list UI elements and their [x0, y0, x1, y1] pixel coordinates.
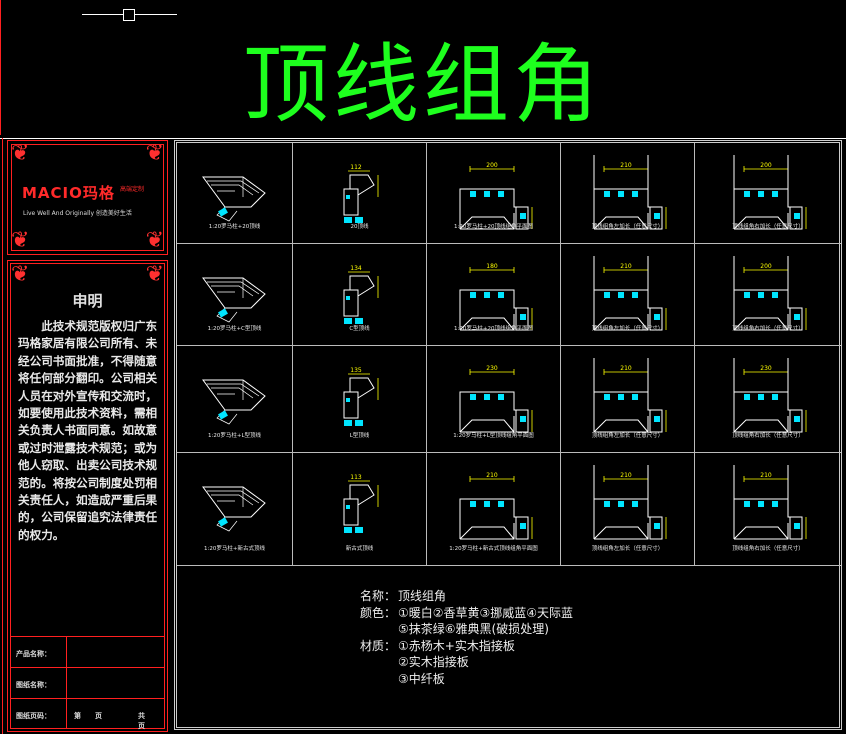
title-block-table: 产品名称： 图纸名称： 图纸页码： 第 页 共 页: [10, 636, 165, 730]
drawing-cell: 210 顶线组角左加长（任意尺寸）: [561, 346, 695, 453]
drawing-cell: 200 1:20罗马柱+20顶线组角平面图: [427, 143, 561, 244]
svg-text:112: 112: [350, 164, 362, 171]
drawing-caption: L型顶线: [349, 433, 370, 439]
drawing-caption: 顶线组角左加长（任意尺寸）: [591, 326, 664, 332]
drawing-caption: 20顶线: [350, 224, 369, 230]
spec-material-key: 材质：: [360, 638, 397, 653]
ornament-icon: ❦: [11, 228, 30, 253]
drawing-name-row: 图纸名称：: [10, 667, 165, 698]
drawing-cell: 112 20顶线: [293, 143, 427, 244]
brand-logo: MACIO玛格: [22, 184, 115, 202]
ornament-icon: ❦: [145, 262, 164, 287]
drawing-caption: 顶线组角右加长（任意尺寸）: [732, 224, 804, 230]
svg-text:200: 200: [486, 162, 498, 169]
drawing-caption: 1:20罗马柱+L型顶线组角平面图: [453, 433, 534, 439]
spec-color-value: ①暖白②香草黄③挪威蓝④天际蓝: [398, 605, 574, 620]
page-title: 顶线组角: [243, 35, 603, 135]
drawing-cell: 210 顶线组角左加长（任意尺寸）: [561, 244, 695, 346]
drawing-caption: 顶线组角右加长（任意尺寸）: [732, 326, 804, 332]
spec-material-value: ③中纤板: [398, 671, 445, 686]
drawing-caption: 1:20罗马柱+新古式顶线: [204, 546, 265, 552]
svg-text:113: 113: [350, 474, 362, 481]
svg-text:210: 210: [760, 472, 772, 479]
svg-text:180: 180: [486, 263, 498, 270]
product-name-row: 产品名称：: [10, 636, 165, 667]
brand-slogan: Live Well And Originally 创造美好生活: [23, 210, 132, 217]
drawing-cell: 230 1:20罗马柱+L型顶线组角平面图: [427, 346, 561, 453]
drawing-caption: C型顶线: [349, 326, 370, 332]
svg-text:230: 230: [760, 365, 772, 372]
drawing-caption: 顶线组角右加长（任意尺寸）: [732, 546, 804, 552]
drawing-cell: 210 1:20罗马柱+新古式顶线组角平面图: [427, 453, 561, 566]
spec-name-key: 名称：: [360, 589, 397, 603]
drawing-cell: 1:20罗马柱+20顶线: [177, 143, 293, 244]
drawing-cell: 1:20罗马柱+L型顶线: [177, 346, 293, 453]
drawing-caption: 顶线组角左加长（任意尺寸）: [591, 433, 664, 439]
svg-text:134: 134: [350, 265, 362, 272]
svg-text:230: 230: [486, 365, 498, 372]
declaration-text: 此技术规范版权归广东玛格家居有限公司所有、未经公司书面批准，不得随意将任何部分翻…: [18, 319, 158, 542]
spec-name-value: 顶线组角: [398, 589, 447, 603]
drawing-caption: 1:20罗马柱+20顶线组角平面图: [454, 326, 533, 332]
product-name-label: 产品名称：: [16, 650, 51, 658]
page-number-label: 图纸页码：: [16, 712, 51, 720]
drawing-cell: 210 顶线组角左加长（任意尺寸）: [561, 143, 695, 244]
top-guide-marker: [123, 9, 135, 21]
drawing-cell: 180 1:20罗马柱+20顶线组角平面图: [427, 244, 561, 346]
drawing-cell: 134 C型顶线: [293, 244, 427, 346]
ornament-icon: ❦: [145, 228, 164, 253]
drawing-caption: 顶线组角右加长（任意尺寸）: [732, 433, 804, 439]
drawing-name-label: 图纸名称：: [16, 681, 51, 689]
svg-text:210: 210: [620, 472, 632, 479]
declaration-title: 申明: [72, 292, 103, 310]
spec-block: 名称： 顶线组角 颜色： ①暖白②香草黄③挪威蓝④天际蓝 ⑤抹茶绿⑥雅典黑(破损处理…: [360, 588, 573, 687]
svg-text:135: 135: [350, 367, 362, 374]
drawing-caption: 顶线组角左加长（任意尺寸）: [591, 224, 664, 230]
drawing-caption: 1:20罗马柱+C型顶线: [207, 326, 262, 332]
spec-material-value: ②实木指接板: [398, 655, 469, 669]
svg-text:210: 210: [620, 162, 632, 169]
drawing-caption: 新古式顶线: [345, 546, 374, 552]
svg-text:210: 210: [620, 365, 632, 372]
drawing-caption: 顶线组角左加长（任意尺寸）: [591, 546, 664, 552]
spec-color-value: ⑤抹茶绿⑥雅典黑(破损处理): [398, 622, 549, 636]
page-number-row: 图纸页码： 第 页 共 页: [10, 698, 165, 730]
drawing-cell: 1:20罗马柱+C型顶线: [177, 244, 293, 346]
brand-subtitle: 高端定制: [120, 186, 145, 193]
page-total: 共 页: [138, 712, 159, 730]
svg-text:200: 200: [760, 263, 772, 270]
svg-text:210: 210: [620, 263, 632, 270]
drawing-cell: 200 顶线组角右加长（任意尺寸）: [695, 244, 841, 346]
drawing-caption: 1:20罗马柱+新古式顶线组角平面图: [449, 546, 538, 552]
svg-text:200: 200: [760, 162, 772, 169]
drawing-caption: 1:20罗马柱+20顶线组角平面图: [454, 224, 533, 230]
red-border-line: [2, 138, 3, 734]
spec-material-value: ①赤杨木+实木指接板: [398, 638, 515, 653]
ornament-icon: ❦: [145, 141, 164, 166]
drawing-cell: 1:20罗马柱+新古式顶线: [177, 453, 293, 566]
spec-color-key: 颜色：: [360, 605, 397, 620]
drawing-cell: 135 L型顶线: [293, 346, 427, 453]
ornament-icon: ❦: [11, 141, 30, 166]
drawing-caption: 1:20罗马柱+L型顶线: [207, 433, 262, 439]
drawing-cell: 200 顶线组角右加长（任意尺寸）: [695, 143, 841, 244]
ornament-icon: ❦: [11, 262, 30, 287]
drawing-cell: 230 顶线组角右加长（任意尺寸）: [695, 346, 841, 453]
page-current: 第 页: [74, 712, 102, 720]
drawing-cell: 210 顶线组角右加长（任意尺寸）: [695, 453, 841, 566]
drawing-cell: 113 新古式顶线: [293, 453, 427, 566]
title-divider: [0, 138, 846, 139]
drawing-cell: 210 顶线组角左加长（任意尺寸）: [561, 453, 695, 566]
drawing-caption: 1:20罗马柱+20顶线: [208, 224, 261, 230]
svg-text:210: 210: [486, 472, 498, 479]
